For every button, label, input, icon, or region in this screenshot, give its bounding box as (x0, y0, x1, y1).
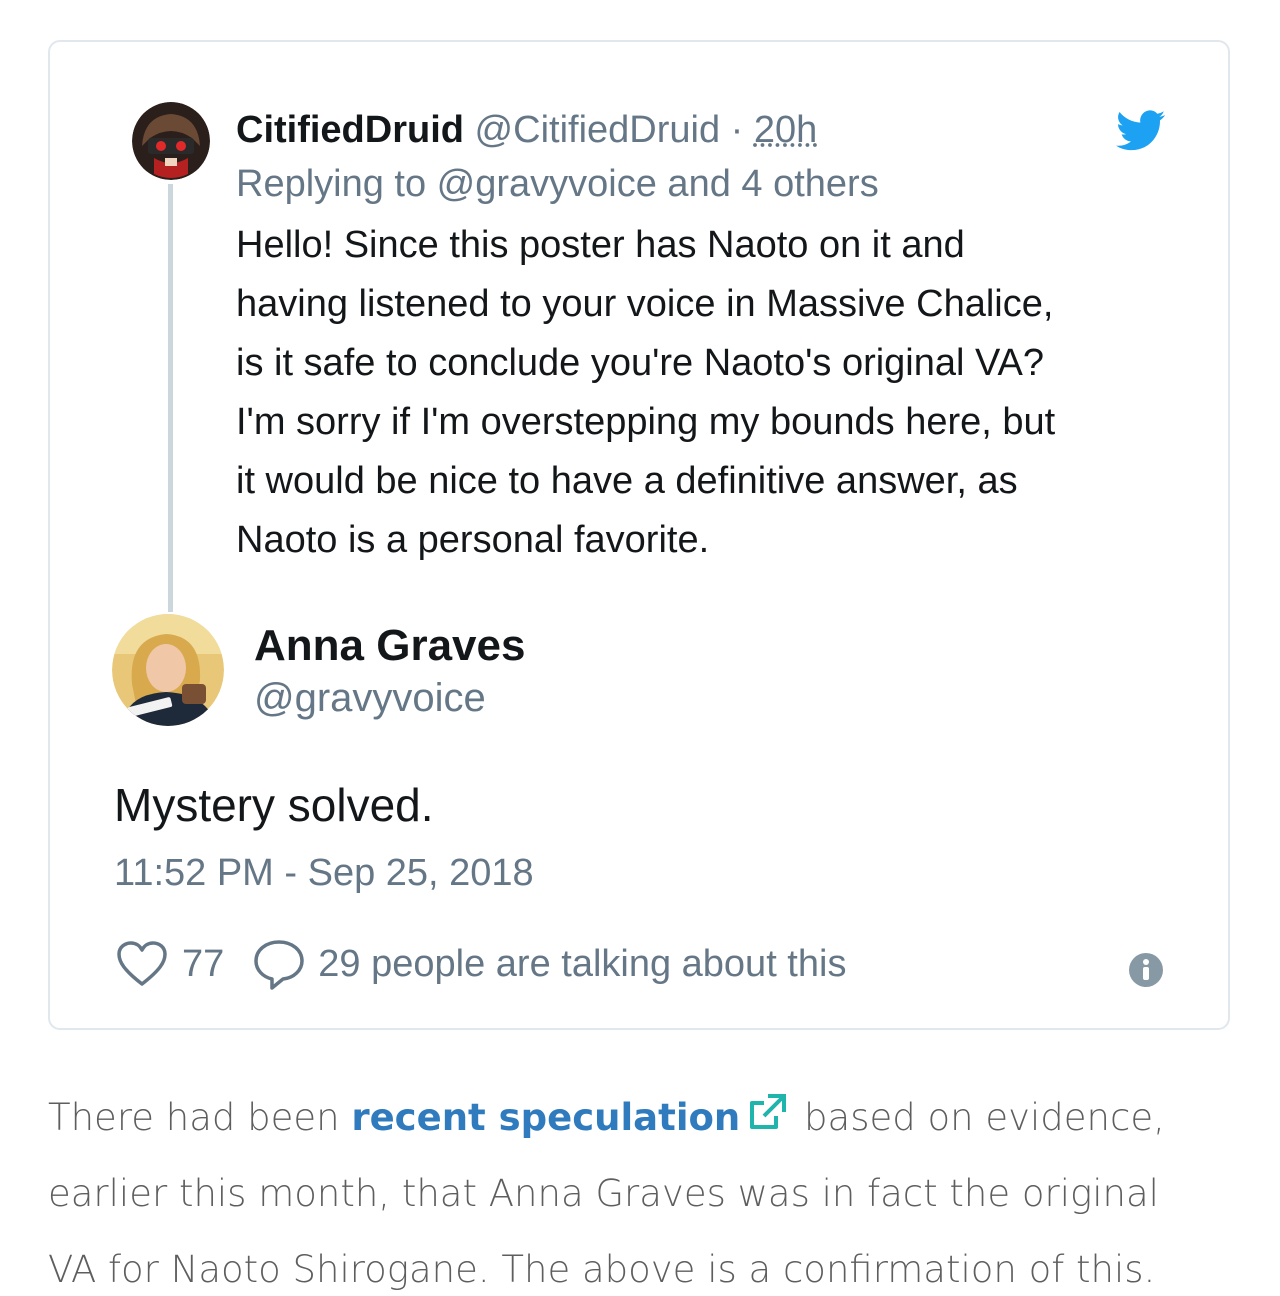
article-line: There had been recent speculation based … (48, 1080, 1248, 1156)
info-icon[interactable] (1128, 952, 1164, 988)
article-line1-rest: based on evidence, (792, 1096, 1165, 1139)
heart-icon[interactable] (116, 940, 168, 988)
article-line: earlier this month, that Anna Graves was… (48, 1172, 1159, 1215)
twitter-bird-icon[interactable] (1116, 110, 1166, 152)
like-count[interactable]: 77 (182, 943, 224, 986)
reply-text-line: Naoto is a personal favorite. (236, 519, 710, 561)
article-prefix: There had been (48, 1096, 352, 1139)
reply-handle[interactable]: @CitifiedDruid (475, 109, 721, 151)
reply-text-line: having listened to your voice in Massive… (236, 283, 1054, 325)
external-link-icon[interactable] (746, 1084, 788, 1129)
header-separator: · (730, 109, 744, 151)
anna-graves-avatar[interactable] (112, 614, 224, 726)
main-tweet-text: Mystery solved. (114, 779, 434, 831)
replying-to-line[interactable]: Replying to @gravyvoice and 4 others (236, 160, 879, 208)
thread-connector-line (168, 184, 173, 612)
reply-time-ago[interactable]: 20h (754, 109, 817, 151)
reply-tweet-body: Hello! Since this poster has Naoto on it… (236, 216, 1186, 570)
citifieddruid-avatar[interactable] (132, 102, 210, 180)
recent-speculation-link[interactable]: recent speculation (351, 1096, 740, 1139)
reply-text-line: it would be nice to have a definitive an… (236, 460, 1018, 502)
reply-text-line: Hello! Since this poster has Naoto on it… (236, 224, 965, 266)
tweet-actions-bar: 77 29 people are talking about this (116, 936, 846, 992)
reply-tweet-header: CitifiedDruid @CitifiedDruid · 20h (236, 106, 817, 154)
main-handle[interactable]: @gravyvoice (254, 672, 486, 724)
article-paragraph: There had been recent speculation based … (48, 1080, 1248, 1296)
article-line: VA for Naoto Shirogane. The above is a c… (48, 1248, 1156, 1291)
embedded-tweet-card: CitifiedDruid @CitifiedDruid · 20h Reply… (48, 40, 1230, 1030)
main-tweet-timestamp[interactable]: 11:52 PM - Sep 25, 2018 (114, 848, 534, 898)
reply-text-line: I'm sorry if I'm overstepping my bounds … (236, 401, 1056, 443)
talking-about-count[interactable]: 29 people are talking about this (318, 943, 846, 986)
main-display-name[interactable]: Anna Graves (254, 618, 525, 674)
reply-display-name[interactable]: CitifiedDruid (236, 109, 464, 151)
speech-bubble-icon[interactable] (252, 938, 306, 990)
reply-text-line: is it safe to conclude you're Naoto's or… (236, 342, 1045, 384)
